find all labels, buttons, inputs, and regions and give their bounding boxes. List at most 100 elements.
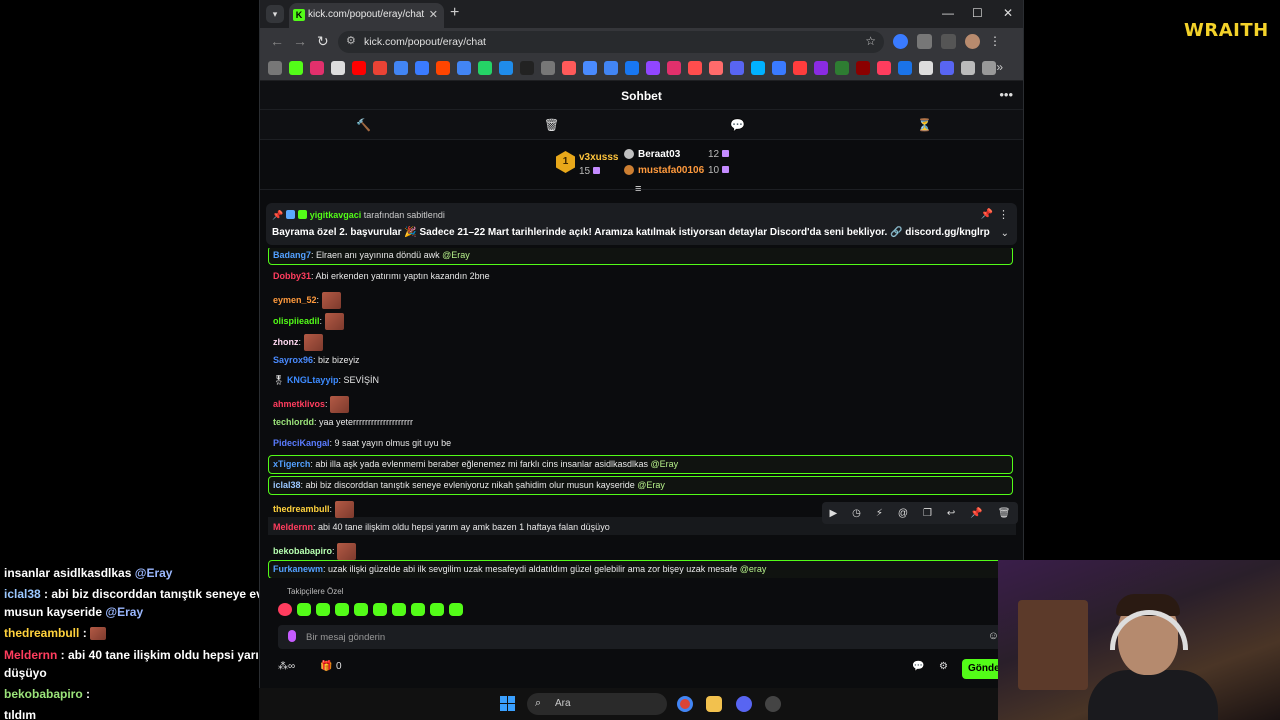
bookmark-kick-icon[interactable]: [289, 61, 303, 75]
extension-icon[interactable]: [893, 34, 908, 49]
streamer-body: [1088, 670, 1218, 720]
bookmark-icon[interactable]: [709, 61, 723, 75]
bookmark-icon[interactable]: [499, 61, 513, 75]
ban-hammer-icon[interactable]: 🔨: [356, 118, 371, 132]
silver-medal-icon: [624, 149, 634, 159]
browser-menu-icon[interactable]: ⋮: [989, 34, 1004, 49]
leader-second-name[interactable]: Beraat03: [638, 149, 680, 160]
more-bookmarks-icon[interactable]: »: [996, 60, 1003, 74]
bookmark-instagram-icon[interactable]: [310, 61, 324, 75]
screen: insanlar asidlkasdlkas @Eray iclal38 : ab…: [0, 0, 1280, 720]
forward-icon[interactable]: →: [293, 33, 307, 49]
overlay-chat-line: bekobabapiro :: [4, 687, 90, 701]
url-text: kick.com/popout/eray/chat: [364, 36, 486, 48]
overlay-text: musun kayseride: [4, 605, 106, 619]
delete-icon[interactable]: 🗑: [544, 118, 559, 132]
bookmark-google-icon[interactable]: [394, 61, 408, 75]
bookmark-icon[interactable]: [751, 61, 765, 75]
back-icon[interactable]: ←: [270, 33, 284, 49]
bookmark-icon[interactable]: [877, 61, 891, 75]
leader-third-name[interactable]: mustafa00106: [638, 165, 704, 176]
overlay-username: bekobabapiro: [4, 687, 87, 701]
bookmark-icon[interactable]: [940, 61, 954, 75]
bookmark-reddit-icon[interactable]: [436, 61, 450, 75]
bookmark-icon[interactable]: [688, 61, 702, 75]
bookmark-icon[interactable]: [562, 61, 576, 75]
gem-icon: [593, 167, 601, 174]
overlay-chat-line: Meldernn : abi 40 tane ilişkim oldu heps…: [4, 648, 296, 662]
close-window-icon[interactable]: ✕: [1003, 6, 1013, 20]
overlay-chat-line: insanlar asidlkasdlkas @Eray: [4, 566, 172, 580]
overlay-mention: @Eray: [105, 605, 144, 619]
file-explorer-icon[interactable]: [706, 696, 722, 712]
overlay-mention: @Eray: [134, 566, 173, 580]
leader-third-count: 10: [708, 165, 730, 176]
browser-window: ▾ K kick.com/popout/eray/chat ✕ + — ☐ ✕ …: [259, 0, 1024, 688]
media-controls-icon[interactable]: [941, 34, 956, 49]
bookmark-icon[interactable]: [415, 61, 429, 75]
bookmark-icon[interactable]: [835, 61, 849, 75]
bookmark-gmail-icon[interactable]: [373, 61, 387, 75]
overlay-emote: [90, 627, 107, 641]
bookmark-icon[interactable]: [898, 61, 912, 75]
taskbar-search-label: Ara: [555, 698, 571, 709]
gem-icon: [722, 166, 730, 173]
overlay-text: düşüyo: [4, 666, 47, 680]
maximize-icon[interactable]: ☐: [972, 6, 983, 20]
bookmark-icon[interactable]: [520, 61, 534, 75]
bookmark-icon[interactable]: [541, 61, 555, 75]
bookmark-whatsapp-icon[interactable]: [478, 61, 492, 75]
windows-start-icon[interactable]: [500, 696, 515, 711]
bookmark-icon[interactable]: [583, 61, 597, 75]
close-tab-icon[interactable]: ✕: [429, 8, 438, 21]
bookmark-icon[interactable]: [667, 61, 681, 75]
bookmark-translate-icon[interactable]: [457, 61, 471, 75]
bookmark-icon[interactable]: [604, 61, 618, 75]
bookmark-icon[interactable]: [772, 61, 786, 75]
steam-icon[interactable]: [765, 696, 781, 712]
overlay-chat-line: thedreambull :: [4, 626, 107, 641]
chat-settings-more-icon[interactable]: •••: [999, 87, 1013, 102]
chrome-icon[interactable]: [677, 696, 693, 712]
extension-icons: ⋮: [893, 34, 1004, 49]
bookmark-icon[interactable]: [793, 61, 807, 75]
bookmark-x-icon[interactable]: [331, 61, 345, 75]
taskbar-search[interactable]: ⌕ Ara: [527, 693, 667, 715]
overlay-chat-line: tıldım: [4, 708, 36, 720]
bookmark-facebook-icon[interactable]: [625, 61, 639, 75]
leader-first-name[interactable]: v3xusss: [579, 152, 618, 163]
bookmark-icon[interactable]: [814, 61, 828, 75]
tab-title: kick.com/popout/eray/chat: [308, 9, 425, 20]
overlay-text: :: [86, 687, 91, 701]
profile-avatar-icon[interactable]: [965, 34, 980, 49]
hourglass-icon[interactable]: ⏳: [917, 118, 932, 132]
apps-grid-icon[interactable]: [268, 61, 282, 75]
reload-icon[interactable]: ↻: [317, 33, 329, 50]
tab-strip: ▾ K kick.com/popout/eray/chat ✕ + — ☐ ✕: [260, 0, 1023, 28]
tab-search-dropdown-icon[interactable]: ▾: [266, 5, 284, 23]
chat-header: Sohbet •••: [260, 81, 1023, 110]
browser-tab[interactable]: K kick.com/popout/eray/chat ✕: [289, 3, 444, 28]
bookmark-icon[interactable]: [919, 61, 933, 75]
chat-title: Sohbet: [621, 89, 662, 103]
extensions-puzzle-icon[interactable]: [917, 34, 932, 49]
overlay-chat-line: düşüyo: [4, 666, 47, 680]
address-bar[interactable]: ⚙ kick.com/popout/eray/chat ☆: [338, 31, 884, 53]
bookmark-icon[interactable]: [856, 61, 870, 75]
brand-logo: WRAITH: [1184, 20, 1269, 41]
webcam-feed: [998, 560, 1280, 720]
bookmark-star-icon[interactable]: ☆: [865, 34, 876, 48]
bookmark-icon[interactable]: [961, 61, 975, 75]
bookmark-twitch-icon[interactable]: [646, 61, 660, 75]
chat-bubble-icon[interactable]: 💬: [730, 118, 745, 132]
discord-icon[interactable]: [736, 696, 752, 712]
overlay-text: insanlar asidlkasdlkas: [4, 566, 135, 580]
bookmark-icon[interactable]: [730, 61, 744, 75]
bookmark-youtube-icon[interactable]: [352, 61, 366, 75]
bookmark-icon[interactable]: [982, 61, 996, 75]
mod-toolbar: 🔨 🗑 💬 ⏳: [260, 110, 1023, 140]
overlay-chat-line: iclal38 : abi biz discorddan tanıştık se…: [4, 587, 297, 601]
minimize-icon[interactable]: —: [942, 6, 954, 20]
new-tab-icon[interactable]: +: [450, 4, 459, 22]
site-info-icon[interactable]: ⚙: [346, 34, 356, 47]
